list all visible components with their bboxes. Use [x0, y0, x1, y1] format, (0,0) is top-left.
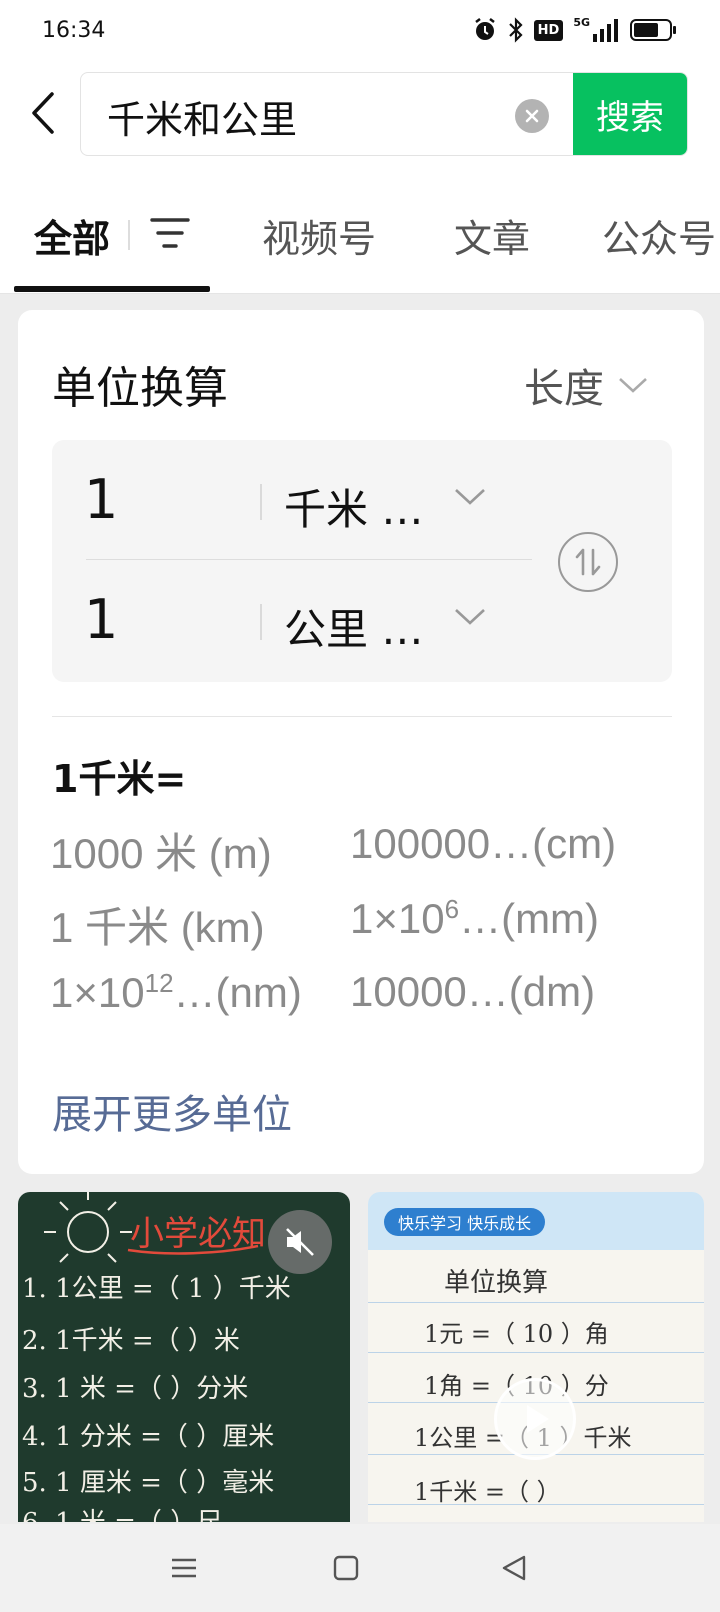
clear-icon[interactable]	[515, 99, 549, 133]
unit-converter-card: 单位换算 长度 1 千米 … 1 公里 … 1千米= 1000 米 (m) 10…	[18, 310, 704, 1174]
category-label: 长度	[524, 366, 604, 412]
chevron-down-icon[interactable]	[452, 602, 488, 632]
video-thumbnail[interactable]: 快乐学习 快乐成长 单位换算 1元 =（ 10 ）角 1角 =（ 10 ）分 1…	[368, 1192, 704, 1522]
home-icon[interactable]	[326, 1548, 366, 1588]
search-input[interactable]: 千米和公里	[107, 89, 297, 144]
status-time: 16:34	[42, 18, 106, 43]
filter-icon[interactable]	[150, 216, 190, 250]
from-row: 1 千米 …	[52, 440, 532, 558]
board-line: 2. 1千米 =（ ）米	[22, 1326, 240, 1356]
notebook-rule	[368, 1352, 704, 1353]
to-row: 1 公里 …	[52, 560, 532, 678]
tab-channels[interactable]: 视频号	[262, 208, 376, 263]
notebook-banner: 快乐学习 快乐成长	[384, 1208, 546, 1236]
result-item: 10000…(dm)	[350, 968, 596, 1015]
mute-icon[interactable]	[268, 1210, 332, 1274]
tab-all[interactable]: 全部	[34, 208, 110, 263]
result-tabs: 全部 视频号 文章 公众号	[0, 168, 720, 294]
notebook-line: 1元 =（ 10 ）角	[424, 1320, 609, 1348]
result-item: 1 千米 (km)	[50, 904, 265, 951]
from-unit-select[interactable]: 千米 …	[284, 476, 423, 537]
active-tab-indicator	[14, 286, 210, 292]
back-icon[interactable]	[494, 1548, 534, 1588]
result-item: 1×106…(mm)	[350, 894, 599, 943]
expand-more-units-link[interactable]: 展开更多单位	[52, 1082, 292, 1140]
tab-official-accounts[interactable]: 公众号	[602, 208, 716, 263]
bluetooth-icon	[508, 16, 524, 44]
to-unit-select[interactable]: 公里 …	[284, 596, 423, 657]
result-unit: …(mm)	[459, 895, 600, 942]
board-line: 5. 1 厘米 =（ ）毫米	[22, 1468, 275, 1498]
menu-icon[interactable]	[164, 1548, 204, 1588]
tab-articles[interactable]: 文章	[454, 208, 530, 263]
result-item: 100000…(cm)	[350, 820, 617, 867]
to-divider	[260, 604, 262, 640]
notebook-line: 1千米 =（ ）	[414, 1478, 561, 1506]
battery-icon	[630, 16, 676, 44]
video-thumbnail[interactable]: 小学必知 1. 1公里 =（ 1 ）千米 2. 1千米 =（ ）米 3. 1 米…	[18, 1192, 350, 1522]
result-base: 1×10	[350, 895, 445, 942]
notebook-rule	[368, 1302, 704, 1303]
to-value-input[interactable]: 1	[84, 588, 118, 651]
card-title: 单位换算	[52, 363, 228, 414]
notebook-heading: 单位换算	[444, 1268, 549, 1298]
5g-signal-icon: 5G	[573, 16, 620, 44]
hd-icon: HD	[533, 16, 564, 44]
result-exponent: 12	[144, 968, 174, 998]
result-heading: 1千米=	[52, 757, 187, 801]
hd-label: HD	[533, 19, 564, 41]
result-base: 1×10	[50, 969, 145, 1016]
result-item: 1000 米 (m)	[50, 830, 272, 877]
alarm-icon	[472, 16, 498, 44]
card-divider	[52, 716, 672, 717]
chevron-down-icon	[619, 378, 647, 393]
result-unit: …(nm)	[173, 969, 302, 1016]
board-line: 3. 1 米 =（ ）分米	[22, 1374, 249, 1404]
converter-panel: 1 千米 … 1 公里 …	[52, 440, 672, 682]
tab-divider	[128, 220, 130, 250]
network-label: 5G	[573, 16, 590, 29]
result-exponent: 6	[444, 894, 460, 924]
chevron-down-icon[interactable]	[452, 482, 488, 512]
from-divider	[260, 484, 262, 520]
back-arrow-icon[interactable]	[24, 90, 64, 136]
board-line: 1. 1公里 =（ 1 ）千米	[22, 1274, 291, 1304]
category-select[interactable]: 长度	[524, 356, 648, 414]
search-button[interactable]: 搜索	[573, 73, 687, 155]
result-item: 1×1012…(nm)	[50, 968, 302, 1017]
search-header: 千米和公里 搜索	[0, 64, 720, 168]
swap-units-icon[interactable]	[558, 532, 618, 592]
from-value-input[interactable]: 1	[84, 468, 118, 531]
system-nav-bar	[0, 1524, 720, 1612]
status-bar: 16:34 HD 5G	[0, 0, 720, 64]
board-line: 6. 1 米 =（ ）尺	[22, 1502, 222, 1522]
status-icons: HD 5G	[472, 16, 676, 44]
video-title-overlay: 小学必知	[130, 1214, 266, 1254]
board-line: 4. 1 分米 =（ ）厘米	[22, 1422, 275, 1452]
play-icon[interactable]	[494, 1378, 576, 1460]
search-box: 千米和公里 搜索	[80, 72, 688, 156]
